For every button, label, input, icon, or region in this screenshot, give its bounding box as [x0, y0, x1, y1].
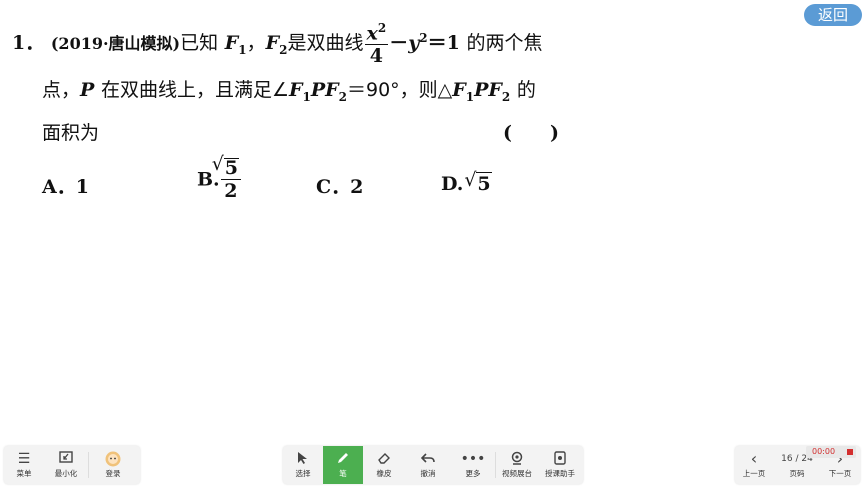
stop-icon[interactable] — [847, 449, 853, 455]
menu-icon: ☰ — [17, 451, 31, 467]
var-y: y — [408, 32, 420, 55]
triangle-f: F — [452, 79, 466, 101]
sqrt-5: 5 — [212, 155, 239, 178]
pen-icon — [336, 451, 350, 468]
text-hyperbola: 是双曲线 — [287, 32, 364, 55]
problem-source: (2019·唐山模拟) — [50, 34, 181, 54]
angle-f: F — [288, 79, 303, 101]
choice-b: B.52 — [197, 155, 242, 201]
prev-page-label: 上一页 — [742, 469, 766, 478]
choice-a: A．1 — [42, 172, 89, 199]
eraser-label: 橡皮 — [376, 469, 392, 478]
blank-parens: ( ) — [503, 122, 559, 144]
sqrt-5: 5 — [464, 169, 492, 195]
frac-denominator: 4 — [369, 45, 383, 68]
subscript: 1 — [302, 89, 311, 104]
text-of: 的 — [516, 79, 536, 101]
choice-d: D.5 — [441, 169, 492, 195]
angle-value: ＝90°，则△ — [346, 79, 453, 101]
menu-label: 菜单 — [16, 469, 32, 478]
text-condition: 在双曲线上，且满足∠ — [100, 79, 289, 101]
pen-tool-button[interactable]: 笔 — [323, 446, 363, 484]
timer-widget[interactable]: 00:00 — [806, 446, 856, 458]
prev-page-button[interactable]: ‹ 上一页 — [735, 446, 773, 484]
fraction-x2-over-4: x2 4 — [364, 21, 389, 68]
angle-pf: PF — [310, 79, 339, 101]
text-point: 点， — [42, 79, 81, 101]
more-icon: ••• — [460, 451, 486, 467]
eraser-icon — [377, 451, 391, 468]
login-button[interactable]: 登录 — [89, 446, 137, 484]
superscript: 2 — [377, 21, 387, 35]
choice-c-label: C．2 — [316, 176, 364, 198]
equals-one: ＝1 — [427, 32, 460, 55]
focus-f1: F — [224, 32, 239, 55]
fraction-sqrt5-over-2: 52 — [212, 155, 241, 201]
toolbar-center: 选择 笔 橡皮 撤消 ••• 更多 视频展台 授课助手 — [283, 446, 583, 484]
menu-button[interactable]: ☰ 菜单 — [4, 446, 44, 484]
point-p: P — [80, 79, 95, 101]
problem-number: 1． — [12, 32, 45, 55]
comma: ， — [246, 32, 266, 55]
teaching-assistant-button[interactable]: 授课助手 — [538, 446, 582, 484]
choice-c: C．2 — [316, 172, 363, 199]
choice-a-label: A．1 — [42, 176, 89, 198]
superscript: 2 — [419, 30, 428, 45]
subscript: 2 — [338, 89, 347, 104]
text-area-is: 面积为 — [42, 122, 100, 144]
focus-f2: F — [265, 32, 280, 55]
pen-label: 笔 — [339, 469, 347, 478]
choice-d-label: D. — [441, 173, 464, 195]
page-label: 页码 — [789, 469, 805, 478]
subscript: 2 — [501, 89, 511, 104]
eraser-tool-button[interactable]: 橡皮 — [363, 446, 405, 484]
minimize-icon — [59, 451, 73, 468]
text-two-foci: 的两个焦 — [466, 32, 543, 55]
video-booth-label: 视频展台 — [502, 469, 532, 478]
problem-line-2: 点，P 在双曲线上，且满足∠F1PF2＝90°，则△F1PF2 的 — [42, 75, 536, 104]
toolbar-left: ☰ 菜单 最小化 登录 — [4, 446, 140, 484]
assistant-icon — [554, 451, 566, 468]
chevron-left-icon: ‹ — [750, 449, 758, 468]
undo-button[interactable]: 撤消 — [405, 446, 451, 484]
undo-icon — [420, 451, 435, 468]
next-page-label: 下一页 — [828, 469, 852, 478]
subscript: 1 — [238, 42, 247, 57]
frac-numerator: x — [366, 22, 378, 45]
undo-label: 撤消 — [420, 469, 436, 478]
more-button[interactable]: ••• 更多 — [451, 446, 495, 484]
minus-sign: － — [389, 32, 409, 55]
camera-icon — [510, 451, 524, 468]
video-booth-button[interactable]: 视频展台 — [496, 446, 538, 484]
select-label: 选择 — [295, 469, 311, 478]
timer-text: 00:00 — [812, 447, 836, 456]
answer-blank: ( ) — [503, 118, 559, 145]
back-button[interactable]: 返回 — [804, 4, 862, 26]
cursor-icon — [297, 451, 309, 468]
select-tool-button[interactable]: 选择 — [283, 446, 323, 484]
more-label: 更多 — [465, 469, 481, 478]
problem-slide: 1． (2019·唐山模拟)已知 F1，F2是双曲线 x2 4 －y2＝1 的两个焦 … — [0, 0, 864, 440]
text-known: 已知 — [180, 32, 219, 55]
minimize-button[interactable]: 最小化 — [44, 446, 88, 484]
minimize-label: 最小化 — [54, 469, 78, 478]
frac-denominator: 2 — [220, 179, 241, 201]
avatar-icon — [105, 451, 121, 468]
problem-line-1: 1． (2019·唐山模拟)已知 F1，F2是双曲线 x2 4 －y2＝1 的两个焦 — [12, 22, 542, 66]
subscript: 1 — [465, 89, 475, 104]
login-label: 登录 — [105, 469, 121, 478]
triangle-pf: PF — [474, 79, 502, 101]
problem-line-3: 面积为 — [42, 118, 99, 145]
assistant-label: 授课助手 — [545, 469, 575, 478]
